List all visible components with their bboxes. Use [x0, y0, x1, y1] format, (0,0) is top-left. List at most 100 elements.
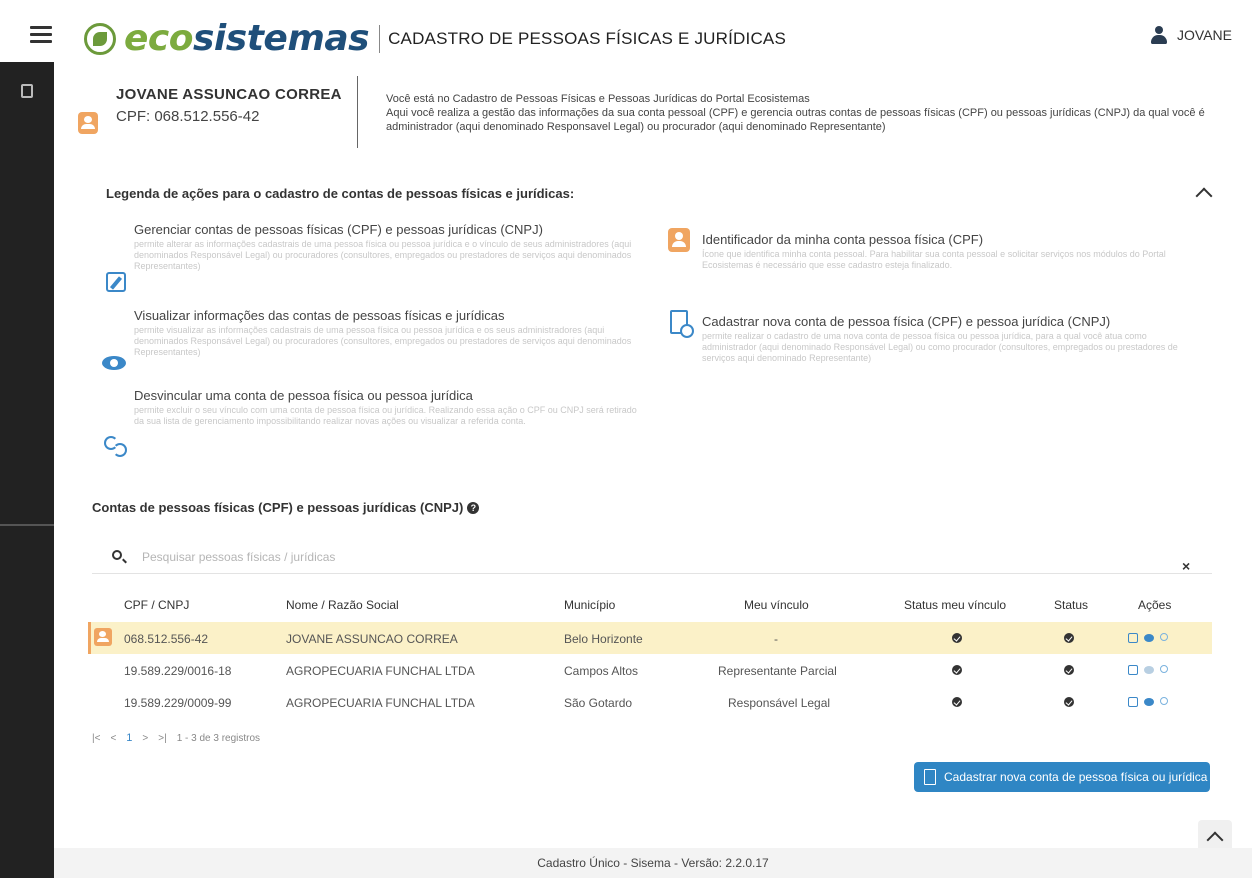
logo-mark-icon: [84, 22, 116, 55]
help-icon[interactable]: ?: [467, 502, 480, 514]
check-icon: [1064, 697, 1074, 707]
prev-page-button[interactable]: <: [110, 733, 116, 744]
document-icon[interactable]: [21, 84, 33, 98]
new-account-label: Cadastrar nova conta de pessoa física ou…: [944, 770, 1208, 784]
edit-icon: [106, 272, 126, 292]
legend-item-desc: permite alterar as informações cadastrai…: [134, 239, 632, 271]
next-page-button[interactable]: >: [142, 733, 148, 744]
legend-item-desc: permite visualizar as informações cadast…: [134, 325, 632, 357]
check-icon: [952, 697, 962, 707]
column-header[interactable]: Status meu vínculo: [904, 598, 1006, 612]
user-icon: [1151, 26, 1168, 44]
sidebar: [0, 62, 54, 878]
cell-name: JOVANE ASSUNCAO CORREA: [286, 632, 458, 646]
edit-icon[interactable]: [1128, 665, 1138, 675]
cell-city: São Gotardo: [564, 696, 633, 710]
new-document-icon: [924, 769, 936, 785]
eye-icon[interactable]: [1144, 666, 1154, 674]
collapse-legend-icon[interactable]: [1195, 187, 1213, 205]
unlink-icon[interactable]: [1160, 633, 1168, 641]
cell-id: 19.589.229/0016-18: [124, 664, 232, 678]
accounts-title-text: Contas de pessoas físicas (CPF) e pessoa…: [92, 500, 464, 515]
legend-title: Legenda de ações para o cadastro de cont…: [106, 186, 575, 201]
page-title: CADASTRO DE PESSOAS FÍSICAS E JURÍDICAS: [388, 28, 786, 48]
legend-item-view: Visualizar informações das contas de pes…: [134, 308, 640, 358]
sidebar-divider: [0, 524, 54, 526]
table-header: CPF / CNPJ Nome / Razão Social Município…: [88, 590, 1212, 622]
person-badge-icon: [94, 628, 112, 646]
cell-link: -: [774, 632, 778, 646]
edit-icon[interactable]: [1128, 697, 1138, 707]
intro-line-2: Aqui você realiza a gestão das informaçõ…: [386, 107, 1205, 133]
cell-link: Responsável Legal: [728, 696, 831, 710]
footer: Cadastro Único - Sisema - Versão: 2.2.0.…: [54, 848, 1252, 878]
new-account-button[interactable]: Cadastrar nova conta de pessoa física ou…: [914, 762, 1210, 792]
unlink-icon[interactable]: [1160, 665, 1168, 673]
first-page-button[interactable]: |<: [92, 733, 100, 744]
column-header[interactable]: CPF / CNPJ: [124, 598, 189, 612]
legend-item-desc: Ícone que identifica minha conta pessoal…: [702, 249, 1166, 270]
logo-sistemas-text: sistemas: [193, 18, 370, 59]
cell-id: 068.512.556-42: [124, 632, 209, 646]
menu-icon[interactable]: [30, 26, 52, 44]
user-menu[interactable]: JOVANE: [1151, 26, 1232, 44]
user-name: JOVANE: [1177, 27, 1232, 43]
column-header[interactable]: Status: [1054, 598, 1088, 612]
legend-item-title: Gerenciar contas de pessoas físicas (CPF…: [134, 222, 543, 237]
eye-icon: [102, 356, 126, 370]
eye-icon[interactable]: [1144, 698, 1154, 706]
last-page-button[interactable]: >|: [158, 733, 166, 744]
main-content: JOVANE ASSUNCAO CORREA CPF: 068.512.556-…: [54, 62, 1252, 878]
clear-search-icon[interactable]: ×: [1182, 558, 1190, 574]
column-header[interactable]: Município: [564, 598, 615, 612]
accounts-title: Contas de pessoas físicas (CPF) e pessoa…: [92, 500, 480, 515]
search-bar: ×: [92, 540, 1212, 574]
edit-icon[interactable]: [1128, 633, 1138, 643]
legend-item-desc: permite realizar o cadastro de uma nova …: [702, 331, 1178, 363]
cell-city: Campos Altos: [564, 664, 639, 678]
column-header[interactable]: Meu vínculo: [744, 598, 809, 612]
check-icon: [1064, 633, 1074, 643]
column-header[interactable]: Nome / Razão Social: [286, 598, 399, 612]
intro-text: Você está no Cadastro de Pessoas Físicas…: [386, 92, 1252, 134]
search-icon: [112, 550, 122, 560]
intro-line-1: Você está no Cadastro de Pessoas Físicas…: [386, 93, 810, 105]
legend-item-unlink: Desvincular uma conta de pessoa física o…: [134, 388, 640, 427]
cell-name: AGROPECUARIA FUNCHAL LTDA: [286, 664, 475, 678]
ecosistemas-logo[interactable]: eco sistemas CADASTRO DE PESSOAS FÍSICAS …: [84, 18, 786, 59]
legend-item-identifier: Identificador da minha conta pessoa físi…: [702, 232, 1202, 271]
profile-cpf: CPF: 068.512.556-42: [116, 108, 260, 125]
accounts-table: CPF / CNPJ Nome / Razão Social Município…: [88, 590, 1212, 718]
search-input[interactable]: [142, 546, 1042, 568]
legend-item-title: Identificador da minha conta pessoa físi…: [702, 232, 984, 247]
legend-item-title: Cadastrar nova conta de pessoa física (C…: [702, 314, 1111, 329]
legend-item-manage: Gerenciar contas de pessoas físicas (CPF…: [134, 222, 640, 272]
unlink-icon: [104, 434, 127, 457]
legend-item-title: Visualizar informações das contas de pes…: [134, 308, 505, 323]
check-icon: [1064, 665, 1074, 675]
cell-name: AGROPECUARIA FUNCHAL LTDA: [286, 696, 475, 710]
cell-id: 19.589.229/0009-99: [124, 696, 232, 710]
profile-name: JOVANE ASSUNCAO CORREA: [116, 86, 342, 103]
cell-city: Belo Horizonte: [564, 632, 643, 646]
eye-icon[interactable]: [1144, 634, 1154, 642]
footer-version: Cadastro Único - Sisema - Versão: 2.2.0.…: [537, 856, 769, 870]
page-summary: 1 - 3 de 3 registros: [176, 732, 261, 744]
logo-eco-text: eco: [124, 18, 194, 59]
table-row[interactable]: 19.589.229/0016-18 AGROPECUARIA FUNCHAL …: [88, 654, 1212, 686]
check-icon: [952, 633, 962, 643]
legend-item-new: Cadastrar nova conta de pessoa física (C…: [702, 314, 1202, 364]
top-bar: eco sistemas CADASTRO DE PESSOAS FÍSICAS …: [0, 0, 1252, 62]
person-icon: [668, 228, 690, 252]
page-number[interactable]: 1: [126, 732, 132, 744]
cell-link: Representante Parcial: [718, 664, 837, 678]
check-icon: [952, 665, 962, 675]
profile-divider: [357, 76, 358, 148]
pagination: |< < 1 > >| 1 - 3 de 3 registros: [92, 732, 270, 744]
table-row[interactable]: 19.589.229/0009-99 AGROPECUARIA FUNCHAL …: [88, 686, 1212, 718]
legend-item-title: Desvincular uma conta de pessoa física o…: [134, 388, 473, 403]
legend-item-desc: permite excluir o seu vínculo com uma co…: [134, 405, 637, 426]
new-document-icon: [670, 310, 694, 338]
table-row[interactable]: 068.512.556-42 JOVANE ASSUNCAO CORREA Be…: [88, 622, 1212, 654]
unlink-icon[interactable]: [1160, 697, 1168, 705]
